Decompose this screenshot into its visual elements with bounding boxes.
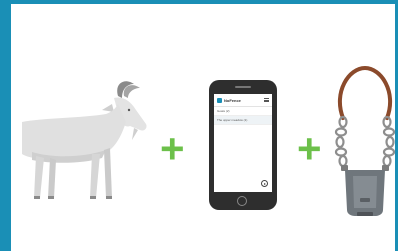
image-frame: + NoFence Goats (2) The upper meadow (1)… xyxy=(0,0,398,251)
app-header: NoFence xyxy=(214,94,272,107)
app-title: NoFence xyxy=(224,97,241,103)
hamburger-menu-icon xyxy=(264,98,269,102)
list-item: The upper meadow (1) xyxy=(214,116,272,125)
gps-collar-icon xyxy=(334,65,396,216)
plus-sign: + xyxy=(160,125,185,172)
app-logo-icon xyxy=(217,97,222,103)
plus-sign: + xyxy=(297,125,322,172)
phone-screen: NoFence Goats (2) The upper meadow (1) xyxy=(214,94,272,192)
smartphone-icon: NoFence Goats (2) The upper meadow (1) xyxy=(209,80,277,210)
goat-icon xyxy=(22,81,147,199)
phone-speaker xyxy=(235,86,251,88)
app-list: Goats (2) The upper meadow (1) xyxy=(214,107,272,125)
home-button-icon xyxy=(237,196,247,206)
play-icon xyxy=(261,180,268,187)
list-item: Goats (2) xyxy=(214,107,272,116)
